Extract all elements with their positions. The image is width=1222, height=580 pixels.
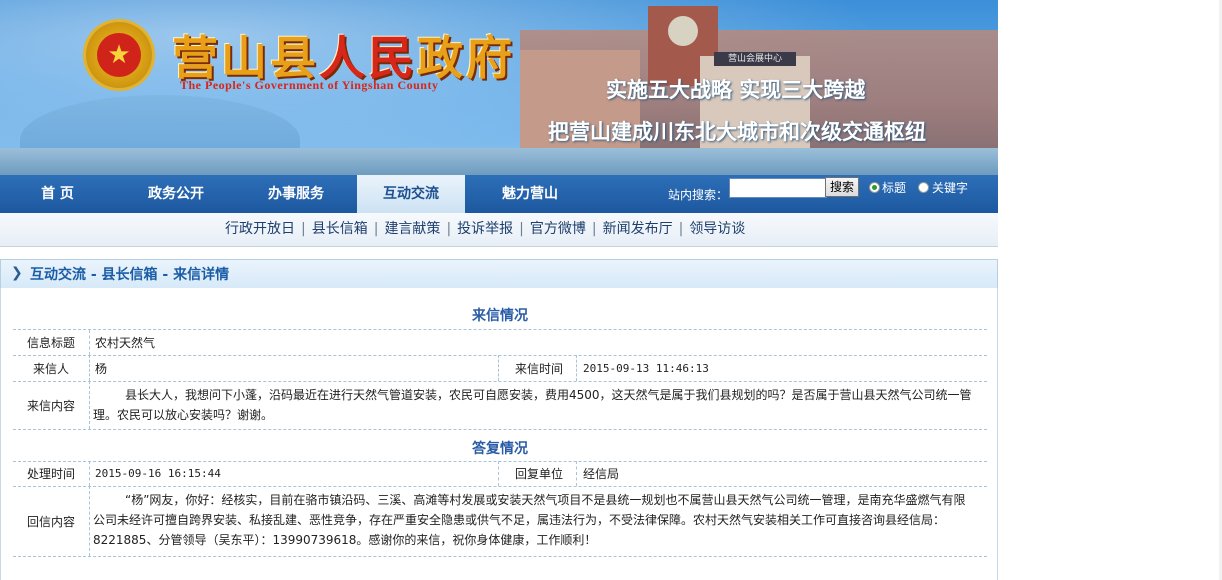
letter-content-label: 来信内容 [13,381,90,429]
letter-sender-row: 来信人 杨 来信时间 2015-09-13 11:46:13 [13,355,987,382]
reply-unit-value: 经信局 [583,467,620,481]
subnav-item-suggestions[interactable]: 建言献策 [384,221,440,237]
search-input[interactable] [729,178,827,198]
letter-content-line-1: 县长大人，我想问下小蓬，沿码最近在进行天然气管道安装，农民可自愿安装，费用450… [125,388,972,402]
subnav-item-mayor-mailbox[interactable]: 县长信箱 [312,221,368,237]
emblem-star-icon: ★ [97,33,141,77]
main-nav: 首 页 政务公开 办事服务 互动交流 魅力营山 站内搜索： 搜索 标题 关键字 [0,175,998,213]
reply-content-line-3: 8221885、分管领导（吴东平）：13990739618。感谢你的来信，祝你身… [93,533,597,547]
letter-sender-value: 杨 [95,361,108,376]
chevron-right-icon: ❯ [11,265,23,281]
site-title-english: The People's Government of Yingshan Coun… [180,78,439,92]
site-title-part1: 营山县 [172,31,319,85]
subnav-separator: | [678,221,684,237]
subnav-separator: | [301,221,306,237]
radio-title-icon[interactable] [869,182,880,193]
reply-time-row: 处理时间 2015-09-16 16:15:44 回复单位 经信局 [13,461,987,487]
sub-nav: 行政开放日 | 县长信箱 | 建言献策 | 投诉举报 | 官方微博 | 新闻发布厅 | 领导访谈 [0,213,998,247]
letter-time-value: 2015-09-13 11:46:13 [583,361,709,375]
letter-title-row: 信息标题 农村天然气 [13,330,987,356]
subnav-separator: | [591,221,597,237]
nav-item-charm-yingshan[interactable]: 魅力营山 [470,175,590,213]
letter-content-row: 来信内容 县长大人，我想问下小蓬，沿码最近在进行天然气管道安装，农民可自愿安装，… [13,381,987,430]
site-title-part3: 政府 [417,31,515,85]
search-label: 站内搜索： [668,188,729,202]
letter-title-value: 农村天然气 [95,336,156,350]
nav-item-interaction[interactable]: 互动交流 [357,175,465,213]
letter-content-line-2: 理。农民可以放心安装吗？谢谢。 [93,408,274,422]
radio-keyword-label: 关键字 [932,181,969,195]
subnav-item-weibo[interactable]: 官方微博 [530,221,586,237]
radio-keyword-icon[interactable] [918,182,929,193]
letter-sender-label: 来信人 [13,355,90,381]
subnav-separator: | [519,221,524,237]
slogan-line-1: 实施五大战略 实现三大跨越 [606,78,866,102]
radio-title-label: 标题 [882,181,907,195]
reply-content-row: 回信内容 “杨”网友，你好：经核实，目前在骆市镇沿码、三溪、高滩等村发展或安装天… [13,486,987,557]
reply-time-label: 处理时间 [13,461,90,486]
divider [576,461,577,486]
subnav-item-press-hall[interactable]: 新闻发布厅 [603,221,673,237]
national-emblem-icon: ★ [86,22,152,88]
site-banner: 营山会展中心 ★ 营山县人民政府 The People's Government… [0,0,998,175]
banner-plaza [0,148,998,175]
breadcrumb: ❯ 互动交流 - 县长信箱 - 来信详情 [0,259,998,289]
divider [576,355,577,381]
sub-nav-links: 行政开放日 | 县长信箱 | 建言献策 | 投诉举报 | 官方微博 | 新闻发布厅 | 领导访谈 [225,213,745,246]
letter-content-text: 县长大人，我想问下小蓬，沿码最近在进行天然气管道安装，农民可自愿安装，费用450… [93,385,979,425]
letter-time-label: 来信时间 [515,361,564,376]
reply-content-text: “杨”网友，你好：经核实，目前在骆市镇沿码、三溪、高滩等村发展或安装天然气项目不… [93,490,979,550]
slogan-line-2: 把营山建成川东北大城市和次级交通枢纽 [548,120,926,144]
nav-item-services[interactable]: 办事服务 [237,175,355,213]
nav-item-home[interactable]: 首 页 [0,175,115,213]
subnav-item-open-day[interactable]: 行政开放日 [225,221,295,237]
reply-time-value: 2015-09-16 16:15:44 [95,467,221,480]
search-button[interactable]: 搜索 [825,177,860,197]
reply-unit-label: 回复单位 [515,467,564,481]
letter-detail-panel: 来信情况 信息标题 农村天然气 来信人 杨 来信时间 2015-09-13 11… [0,288,998,580]
reply-content-line-1: “杨”网友，你好：经核实，目前在骆市镇沿码、三溪、高滩等村发展或安装天然气项目不… [125,493,966,507]
letter-section-title: 来信情况 [472,308,528,324]
subnav-separator: | [446,221,452,237]
reply-section-title: 答复情况 [472,441,528,457]
reply-content-label: 回信内容 [13,486,90,556]
letter-title-label: 信息标题 [13,330,90,355]
subnav-item-leader-interviews[interactable]: 领导访谈 [689,221,745,237]
subnav-item-complaints[interactable]: 投诉举报 [457,221,513,237]
site-title-part2: 人民 [319,31,417,85]
breadcrumb-text: 互动交流 - 县长信箱 - 来信详情 [30,267,230,283]
divider [498,461,499,486]
nav-item-gov-affairs[interactable]: 政务公开 [117,175,235,213]
divider [498,355,499,381]
banner-signboard: 营山会展中心 [714,52,796,66]
subnav-separator: | [373,221,379,237]
reply-content-line-2: 公司未经许可擅自跨界安装、私接乱建、恶性竞争，存在严重安全隐患或供气不足，属违法… [93,513,946,527]
